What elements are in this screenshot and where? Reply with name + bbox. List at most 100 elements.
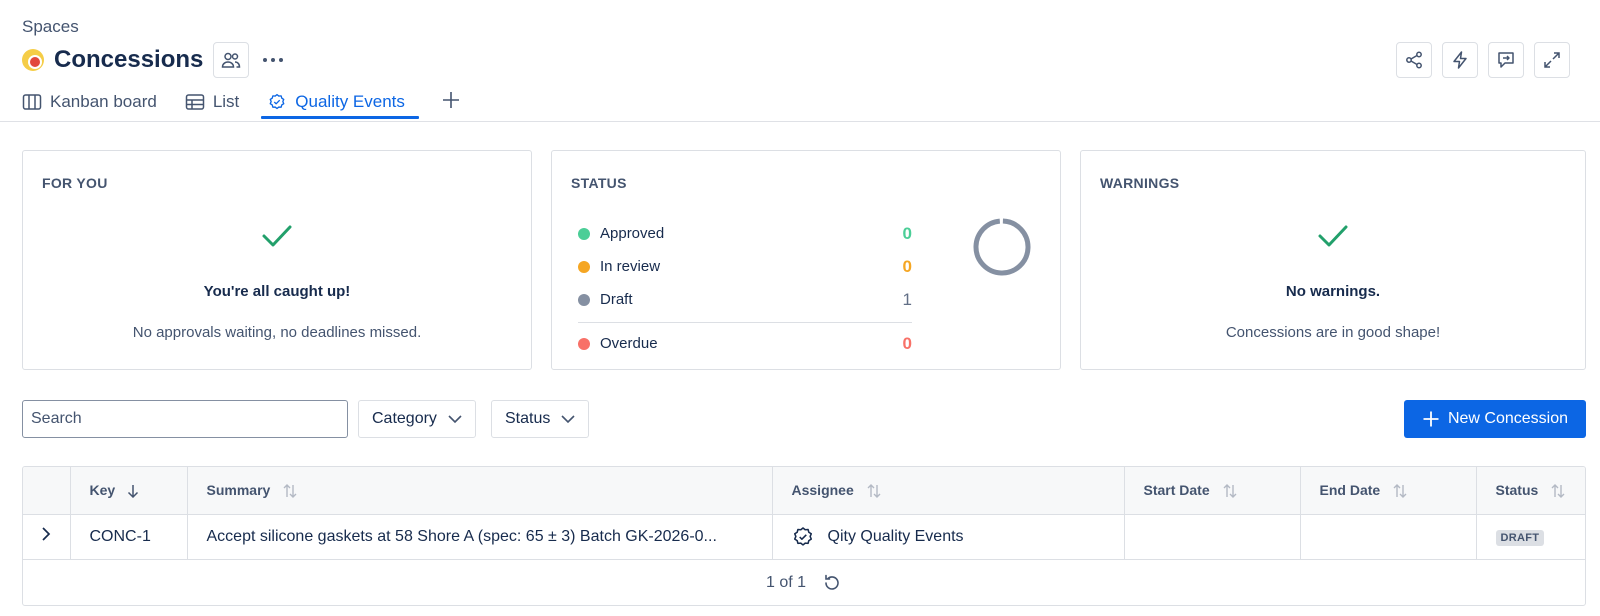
breadcrumb[interactable]: Spaces bbox=[22, 17, 79, 37]
cell-summary[interactable]: Accept silicone gaskets at 58 Shore A (s… bbox=[187, 514, 773, 560]
card-subtext: Concessions are in good shape! bbox=[1225, 324, 1441, 341]
cell-end-date[interactable] bbox=[1300, 514, 1477, 560]
cell-start-date[interactable] bbox=[1124, 514, 1301, 560]
sort-icon bbox=[1393, 483, 1407, 498]
status-divider bbox=[578, 322, 912, 323]
chevron-right-icon bbox=[42, 527, 51, 541]
status-row-approved[interactable]: Approved 0 bbox=[578, 217, 912, 250]
chevron-down-icon bbox=[561, 415, 575, 424]
column-header-expand bbox=[23, 467, 71, 515]
share-icon bbox=[1406, 51, 1422, 69]
table-header-row: Key Summary Assignee Start Date End Date bbox=[23, 467, 1585, 515]
space-members-button[interactable] bbox=[213, 42, 250, 78]
cell-status[interactable]: DRAFT bbox=[1476, 514, 1585, 560]
fullscreen-icon bbox=[1544, 52, 1560, 68]
share-button[interactable] bbox=[1396, 42, 1432, 78]
concessions-table: Key Summary Assignee Start Date End Date bbox=[22, 466, 1586, 606]
status-dot bbox=[578, 227, 590, 240]
status-dot bbox=[578, 337, 590, 350]
status-label: Approved bbox=[600, 225, 665, 242]
page-title: Concessions bbox=[54, 46, 204, 73]
fullscreen-button[interactable] bbox=[1534, 42, 1570, 78]
status-badge: DRAFT bbox=[1495, 529, 1545, 546]
card-subtext: No approvals waiting, no deadlines misse… bbox=[132, 324, 422, 341]
status-dot bbox=[578, 293, 590, 306]
warnings-card: WARNINGS No warnings. Concessions are in… bbox=[1080, 150, 1586, 370]
feedback-icon bbox=[1498, 52, 1514, 68]
verified-icon bbox=[269, 93, 285, 110]
check-icon bbox=[262, 225, 292, 247]
sort-icon bbox=[867, 483, 881, 498]
status-count: 0 bbox=[902, 223, 912, 243]
header-actions bbox=[1396, 42, 1570, 78]
title-row: Concessions bbox=[22, 42, 291, 78]
column-header-key[interactable]: Key bbox=[70, 467, 188, 515]
filter-label: Category bbox=[372, 410, 437, 427]
status-filter-button[interactable]: Status bbox=[491, 400, 590, 438]
card-title: FOR YOU bbox=[42, 175, 108, 191]
plus-icon bbox=[442, 92, 459, 108]
status-card: STATUS Approved 0 In review 0 Draft 1 Ov… bbox=[551, 150, 1061, 370]
search-input[interactable] bbox=[22, 400, 348, 438]
status-row-draft[interactable]: Draft 1 bbox=[578, 283, 912, 316]
verified-icon bbox=[793, 526, 812, 546]
status-donut-chart bbox=[973, 218, 1031, 276]
column-header-assignee[interactable]: Assignee bbox=[772, 467, 1125, 515]
list-toolbar: Category Status New Concession bbox=[22, 400, 1586, 438]
refresh-icon[interactable] bbox=[822, 573, 842, 593]
column-header-start-date[interactable]: Start Date bbox=[1124, 467, 1301, 515]
status-count: 1 bbox=[902, 289, 912, 309]
status-label: Overdue bbox=[600, 335, 658, 352]
tab-kanban-board[interactable]: Kanban board bbox=[22, 86, 163, 122]
status-label: In review bbox=[600, 258, 661, 275]
cell-key[interactable]: CONC-1 bbox=[70, 514, 188, 560]
arrow-down-icon bbox=[128, 485, 139, 499]
button-label: New Concession bbox=[1447, 410, 1569, 427]
column-header-status[interactable]: Status bbox=[1476, 467, 1585, 515]
expand-row-button[interactable] bbox=[23, 514, 71, 560]
status-label: Draft bbox=[600, 291, 633, 308]
tab-label: List bbox=[212, 92, 240, 111]
page-header: Spaces Concessions Kanban board List Qua… bbox=[0, 0, 1600, 122]
more-actions-button[interactable] bbox=[255, 42, 291, 78]
status-dot bbox=[578, 260, 590, 273]
status-count: 0 bbox=[902, 333, 912, 353]
pagination: 1 of 1 bbox=[23, 560, 1585, 606]
check-icon bbox=[1318, 225, 1348, 247]
card-title: STATUS bbox=[571, 175, 627, 191]
category-filter-button[interactable]: Category bbox=[358, 400, 476, 438]
sort-icon bbox=[283, 483, 297, 498]
list-icon bbox=[185, 94, 205, 110]
page-indicator: 1 of 1 bbox=[765, 573, 807, 591]
automation-icon bbox=[1453, 51, 1467, 69]
more-icon bbox=[263, 58, 284, 62]
status-row-in-review[interactable]: In review 0 bbox=[578, 250, 912, 283]
new-concession-button[interactable]: New Concession bbox=[1404, 400, 1586, 438]
tab-quality-events[interactable]: Quality Events bbox=[261, 86, 419, 122]
card-heading: No warnings. bbox=[1285, 283, 1381, 300]
add-tab-button[interactable] bbox=[441, 86, 461, 122]
tab-label: Quality Events bbox=[295, 92, 405, 111]
feedback-button[interactable] bbox=[1488, 42, 1524, 78]
for-you-card: FOR YOU You're all caught up! No approva… bbox=[22, 150, 532, 370]
view-tabs: Kanban board List Quality Events bbox=[22, 86, 461, 122]
status-count: 0 bbox=[902, 256, 912, 276]
space-logo-icon bbox=[22, 49, 44, 71]
table-row[interactable]: CONC-1 Accept silicone gaskets at 58 Sho… bbox=[23, 514, 1585, 560]
column-header-summary[interactable]: Summary bbox=[187, 467, 773, 515]
sort-icon bbox=[1551, 483, 1565, 498]
column-header-end-date[interactable]: End Date bbox=[1300, 467, 1477, 515]
automation-button[interactable] bbox=[1442, 42, 1478, 78]
sort-icon bbox=[1223, 483, 1237, 498]
status-list: Approved 0 In review 0 Draft 1 Overdue 0 bbox=[578, 217, 912, 360]
card-heading: You're all caught up! bbox=[203, 283, 351, 300]
tab-label: Kanban board bbox=[50, 92, 157, 111]
status-row-overdue[interactable]: Overdue 0 bbox=[578, 327, 912, 360]
tab-list[interactable]: List bbox=[185, 86, 245, 122]
kanban-icon bbox=[22, 94, 42, 110]
filter-label: Status bbox=[505, 410, 551, 427]
cell-assignee[interactable]: Qity Quality Events bbox=[772, 514, 1125, 560]
chevron-down-icon bbox=[448, 415, 462, 424]
plus-icon bbox=[1423, 411, 1439, 427]
card-title: WARNINGS bbox=[1100, 175, 1180, 191]
